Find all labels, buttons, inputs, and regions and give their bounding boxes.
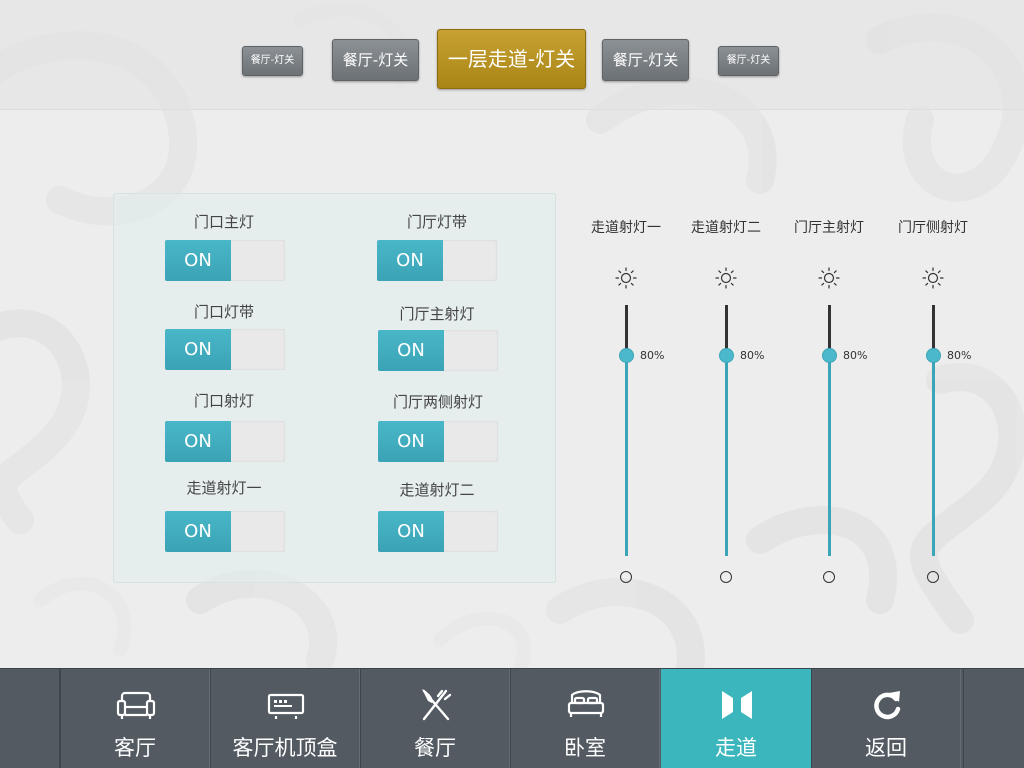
room-tab-active[interactable]: 一层走道-灯关 [437, 29, 586, 89]
room-tab-5[interactable]: 餐厅-灯关 [718, 46, 779, 76]
switch-label: 门厅灯带 [406, 213, 467, 231]
room-tab-2[interactable]: 餐厅-灯关 [332, 39, 419, 81]
nav-living-room-stb[interactable]: 客厅机顶盒 [210, 669, 360, 768]
room-tab-1[interactable]: 餐厅-灯关 [242, 46, 303, 76]
toggle-hall-side-spotlights[interactable]: ON [378, 421, 498, 462]
dimmer-percent: 80% [640, 349, 665, 363]
dimmer-track[interactable] [725, 305, 728, 556]
dimmer-track[interactable] [828, 305, 831, 556]
switch-group-door-spotlight: 门口射灯 ON [156, 391, 292, 462]
nav-divider [963, 669, 964, 768]
dimmer-label: 门厅侧射灯 [898, 220, 968, 236]
toggle-door-light-strip[interactable]: ON [165, 329, 285, 370]
switch-group-door-light-strip: 门口灯带 ON [156, 302, 292, 370]
toggle-on-label: ON [165, 240, 231, 281]
switch-label: 门口主灯 [193, 213, 254, 231]
sun-icon [615, 267, 637, 289]
dimmer-min-indicator [620, 571, 632, 583]
dimmer-hall-side-spotlight: 门厅侧射灯 80% [881, 218, 985, 583]
nav-bedroom[interactable]: 卧室 [510, 669, 660, 768]
switch-label: 走道射灯一 [186, 479, 262, 497]
switch-label: 门厅两侧射灯 [392, 393, 483, 411]
refresh-back-icon [874, 691, 901, 720]
nav-label: 客厅机顶盒 [232, 736, 338, 760]
nav-label: 客厅 [114, 736, 156, 760]
bed-icon [567, 690, 605, 717]
switch-group-hall-main-spotlight: 门厅主射灯 ON [369, 304, 505, 371]
toggle-hall-light-strip[interactable]: ON [377, 240, 497, 281]
nav-corridor[interactable]: 走道 [661, 669, 811, 768]
nav-dining-room[interactable]: 餐厅 [360, 669, 510, 768]
bottom-nav: 客厅 客厅机顶盒 餐厅 卧室 走道 返回 [0, 668, 1024, 768]
switch-group-corridor-spotlight-2: 走道射灯二 ON [369, 480, 505, 552]
toggle-on-label: ON [165, 329, 231, 370]
sofa-icon [116, 691, 156, 719]
dimmer-label: 门厅主射灯 [794, 220, 864, 236]
switch-label: 门口灯带 [193, 303, 254, 321]
dimmer-min-indicator [720, 571, 732, 583]
switch-label: 门口射灯 [193, 392, 254, 410]
dimmer-corridor-spotlight-2: 走道射灯二 80% [674, 218, 778, 583]
toggle-corridor-spotlight-2[interactable]: ON [378, 511, 498, 552]
dimmer-min-indicator [927, 571, 939, 583]
dimmer-percent: 80% [843, 349, 868, 363]
toggle-on-label: ON [378, 330, 444, 371]
toggle-hall-main-spotlight[interactable]: ON [378, 330, 498, 371]
toggle-on-label: ON [378, 511, 444, 552]
room-tab-4[interactable]: 餐厅-灯关 [602, 39, 689, 81]
sun-icon [715, 267, 737, 289]
dimmer-label: 走道射灯一 [591, 220, 661, 236]
switch-group-hall-light-strip: 门厅灯带 ON [369, 212, 505, 281]
set-top-box-icon [267, 693, 305, 719]
dimmer-percent: 80% [740, 349, 765, 363]
switch-group-corridor-spotlight-1: 走道射灯一 ON [156, 478, 292, 552]
dimmer-hall-main-spotlight: 门厅主射灯 80% [777, 218, 881, 583]
nav-living-room[interactable]: 客厅 [60, 669, 210, 768]
sun-icon [922, 267, 944, 289]
switch-panel: 门口主灯 ON 门厅灯带 ON 门口灯带 ON 门厅主射灯 ON 门口射灯 ON… [113, 193, 556, 583]
nav-back[interactable]: 返回 [811, 669, 961, 768]
toggle-door-main-light[interactable]: ON [165, 240, 285, 281]
corridor-icon [722, 691, 752, 719]
toggle-on-label: ON [165, 421, 231, 462]
dimmer-min-indicator [823, 571, 835, 583]
dimmer-track[interactable] [625, 305, 628, 556]
nav-label: 餐厅 [414, 736, 456, 760]
nav-label: 返回 [865, 736, 907, 760]
switch-group-door-main-light: 门口主灯 ON [156, 212, 292, 281]
dimmer-label: 走道射灯二 [691, 220, 761, 236]
nav-label: 卧室 [564, 736, 606, 760]
room-tab-bar: 餐厅-灯关 餐厅-灯关 一层走道-灯关 餐厅-灯关 餐厅-灯关 [0, 0, 1024, 110]
nav-label: 走道 [715, 736, 757, 760]
toggle-on-label: ON [377, 240, 443, 281]
switch-label: 门厅主射灯 [399, 305, 475, 323]
toggle-on-label: ON [165, 511, 231, 552]
toggle-corridor-spotlight-1[interactable]: ON [165, 511, 285, 552]
dimmer-percent: 80% [947, 349, 972, 363]
switch-group-hall-side-spotlights: 门厅两侧射灯 ON [376, 392, 500, 462]
dimmer-corridor-spotlight-1: 走道射灯一 80% [574, 218, 678, 583]
switch-label: 走道射灯二 [399, 481, 475, 499]
toggle-on-label: ON [378, 421, 444, 462]
sun-icon [818, 267, 840, 289]
fork-knife-icon [422, 689, 452, 721]
toggle-door-spotlight[interactable]: ON [165, 421, 285, 462]
dimmer-track[interactable] [932, 305, 935, 556]
